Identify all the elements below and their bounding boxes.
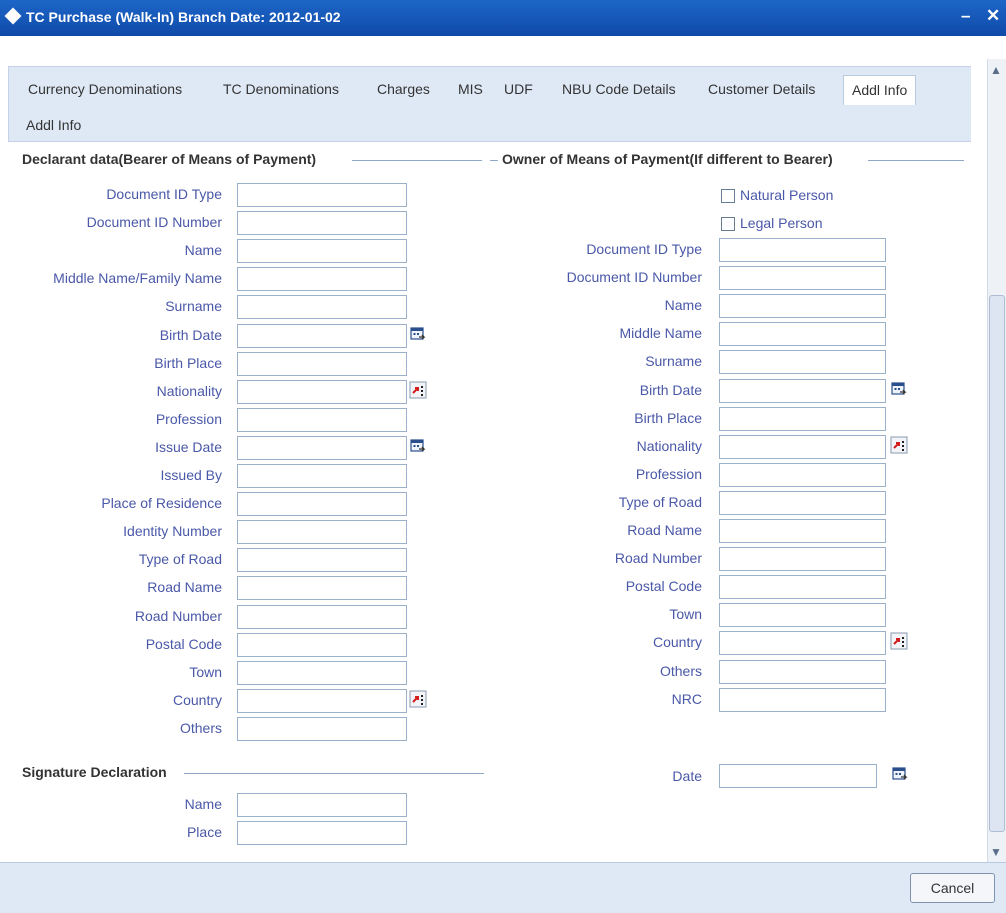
owner-field-input[interactable]: [719, 519, 886, 543]
vertical-scrollbar[interactable]: ▲ ▼: [987, 59, 1006, 862]
owner-field-input[interactable]: [719, 378, 886, 403]
lov-icon[interactable]: [890, 632, 908, 650]
owner-field-label: Birth Date: [639, 381, 702, 398]
calendar-icon[interactable]: [891, 765, 909, 783]
owner-field-input[interactable]: [719, 294, 886, 319]
declarant-field-label: Document ID Number: [86, 214, 222, 231]
tab-nbu-code-details[interactable]: NBU Code Details: [562, 81, 676, 97]
owner-field-input[interactable]: [719, 462, 886, 487]
owner-field-input[interactable]: [719, 575, 886, 600]
legal-person-label: Legal Person: [740, 215, 823, 231]
owner-field-label: Type of Road: [618, 493, 702, 510]
tab-customer-details[interactable]: Customer Details: [708, 81, 815, 97]
lov-icon[interactable]: [890, 436, 908, 454]
signature-name-label: Name: [184, 796, 222, 812]
owner-field-label: Road Number: [614, 550, 702, 567]
owner-field-input[interactable]: [719, 434, 886, 459]
legal-person-checkbox[interactable]: [721, 217, 735, 231]
owner-field-label: Surname: [645, 353, 702, 370]
owner-field-input[interactable]: [719, 687, 886, 712]
header-spacer: [0, 36, 985, 66]
cancel-button[interactable]: Cancel: [910, 873, 995, 903]
signature-date-input[interactable]: [719, 764, 877, 788]
owner-field-label: Document ID Number: [566, 269, 702, 286]
owner-field-input[interactable]: [719, 266, 886, 291]
declarant-field-input[interactable]: [237, 211, 407, 236]
owner-field-label: Name: [664, 297, 702, 314]
owner-field-label: Road Name: [627, 522, 702, 538]
owner-field-input[interactable]: [719, 490, 886, 515]
owner-field-input[interactable]: [719, 603, 886, 628]
signature-name-input[interactable]: [237, 793, 407, 817]
owner-field-label: Nationality: [636, 437, 702, 454]
owner-field-label: Profession: [635, 465, 702, 482]
owner-heading-rule: [868, 160, 964, 161]
declarant-field-label: Others: [179, 719, 222, 736]
window-title: TC Purchase (Walk-In) Branch Date: 2012-…: [26, 9, 341, 25]
declarant-section-heading: Declarant data(Bearer of Means of Paymen…: [22, 151, 317, 167]
minimize-button[interactable]: –: [961, 6, 970, 26]
natural-person-checkbox[interactable]: [721, 189, 735, 203]
owner-field-input[interactable]: [719, 350, 886, 375]
owner-field-label: Postal Code: [625, 578, 702, 595]
owner-field-input[interactable]: [719, 547, 886, 572]
subtab-addl-info[interactable]: Addl Info: [26, 117, 81, 133]
tab-tc-denominations[interactable]: TC Denominations: [223, 81, 339, 97]
owner-field-label: Country: [652, 634, 702, 651]
window-titlebar: TC Purchase (Walk-In) Branch Date: 2012-…: [0, 0, 1006, 36]
scroll-up-icon[interactable]: ▲: [990, 63, 1002, 77]
tab-addl-info[interactable]: Addl Info: [843, 75, 917, 105]
owner-field-label: Middle Name: [619, 325, 702, 342]
natural-person-label: Natural Person: [740, 187, 834, 203]
declarant-field-input[interactable]: [237, 716, 407, 741]
tab-udf[interactable]: UDF: [504, 81, 533, 97]
owner-field-input[interactable]: [719, 659, 886, 684]
calendar-icon[interactable]: [890, 380, 908, 398]
tab-currency-denominations[interactable]: Currency Denominations: [28, 81, 182, 97]
owner-field-input[interactable]: [719, 406, 886, 431]
declarant-field-label: Document ID Type: [106, 186, 222, 202]
signature-date-label: Date: [672, 768, 702, 784]
owner-field-label: NRC: [671, 690, 702, 707]
signature-place-label: Place: [186, 824, 222, 840]
owner-field-input[interactable]: [719, 322, 886, 347]
tab-mis[interactable]: MIS: [458, 81, 483, 97]
footer-bar: Cancel: [0, 862, 1006, 913]
declarant-field-input[interactable]: [237, 183, 407, 207]
owner-field-input[interactable]: [719, 631, 886, 656]
owner-field-label: Document ID Type: [586, 241, 702, 257]
signature-place-input[interactable]: [237, 821, 407, 845]
tab-charges[interactable]: Charges: [377, 81, 430, 97]
owner-heading-rule-left: [490, 160, 498, 161]
owner-field-label: Birth Place: [634, 409, 702, 426]
close-button[interactable]: ✕: [986, 6, 1000, 26]
scroll-down-icon[interactable]: ▼: [990, 845, 1002, 859]
app-diamond-icon: [4, 7, 22, 25]
tab-bar: Currency Denominations TC Denominations …: [8, 66, 971, 142]
owner-field-label: Town: [669, 606, 702, 623]
scrollbar-thumb[interactable]: [989, 295, 1005, 832]
declarant-heading-rule: [352, 160, 482, 161]
owner-field-input[interactable]: [719, 238, 886, 262]
owner-field-label: Others: [659, 662, 702, 679]
owner-section-heading: Owner of Means of Payment(If different t…: [502, 151, 833, 167]
